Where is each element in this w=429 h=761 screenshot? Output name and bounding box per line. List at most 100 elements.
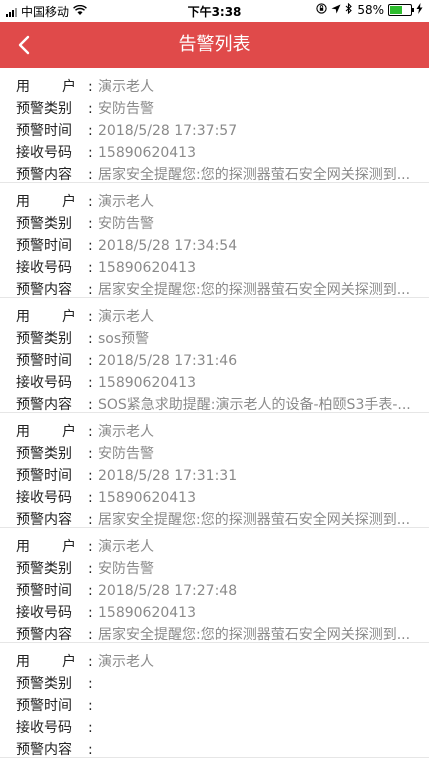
alert-field-time: 预警时间:2018/5/28 17:31:31 — [16, 465, 413, 487]
alert-field-user: 用户: 演示老人 — [16, 306, 413, 328]
field-colon: : — [88, 216, 93, 232]
alert-time-value: 2018/5/28 17:31:31 — [98, 468, 238, 484]
field-colon: : — [88, 742, 93, 758]
battery-icon — [388, 4, 414, 16]
time-label: 预警时间 — [16, 468, 72, 484]
field-colon: : — [88, 353, 93, 369]
alert-list-item[interactable]: 用户: 演示老人 预警类别: 安防告警 预警时间:2018/5/28 17:27:48 接… — [0, 528, 429, 643]
alert-list-item[interactable]: 用户: 演示老人 预警类别: 预警时间: 接收号码: 预警内容: — [0, 643, 429, 758]
user-label: 用户 — [16, 76, 76, 98]
alert-user-value: 演示老人 — [98, 79, 154, 95]
alert-field-phone: 接收号码:15890620413 — [16, 372, 413, 394]
alert-user-value: 演示老人 — [98, 654, 154, 670]
user-label-b: 户 — [62, 424, 76, 440]
field-colon: : — [88, 654, 93, 670]
alert-type-value — [98, 673, 413, 695]
field-colon: : — [88, 123, 93, 139]
user-label-b: 户 — [62, 539, 76, 555]
field-colon: : — [88, 446, 93, 462]
header-bar: 告警列表 — [0, 22, 429, 68]
user-label-a: 用 — [16, 309, 30, 325]
alert-time-value: 2018/5/28 17:37:57 — [98, 123, 238, 139]
alert-field-user: 用 户: 演示老人 — [16, 421, 413, 443]
alert-field-phone: 接收号码: — [16, 717, 413, 739]
user-label-a: 用 — [16, 194, 30, 210]
alert-field-time: 预警时间:2018/5/28 17:37:57 — [16, 120, 413, 142]
field-colon: : — [88, 260, 93, 276]
field-colon: : — [88, 698, 93, 714]
alert-field-time: 预警时间:2018/5/28 17:34:54 — [16, 235, 413, 257]
alert-field-time: 预警时间: — [16, 695, 413, 717]
type-label: 预警类别 — [16, 331, 72, 347]
alert-phone-value: 15890620413 — [98, 145, 196, 161]
alert-list-item[interactable]: 用户: 演示老人 预警类别: 安防告警 预警时间:2018/5/28 17:34:54 接… — [0, 183, 429, 298]
charging-bolt-icon — [416, 3, 423, 17]
content-label: 预警内容 — [16, 742, 72, 758]
field-colon: : — [88, 468, 93, 484]
time-label: 预警时间 — [16, 238, 72, 254]
alert-field-time: 预警时间:2018/5/28 17:31:46 — [16, 350, 413, 372]
user-label-a: 用 — [16, 539, 30, 555]
alert-user-value: 演示老人 — [98, 194, 154, 210]
page-title: 告警列表 — [178, 34, 251, 55]
field-colon: : — [88, 194, 93, 210]
alert-phone-value: 15890620413 — [98, 260, 196, 276]
alert-field-phone: 接收号码:15890620413 — [16, 257, 413, 279]
alert-list-item[interactable]: 用户: 演示老人 预警类别: 安防告警 预警时间:2018/5/28 17:37:57 接… — [0, 68, 429, 183]
alert-user-value: 演示老人 — [98, 424, 154, 440]
alert-phone-value: 15890620413 — [98, 490, 196, 506]
alert-list[interactable]: 用户: 演示老人 预警类别: 安防告警 预警时间:2018/5/28 17:37:57 接… — [0, 68, 429, 761]
alert-phone-value: 15890620413 — [98, 605, 196, 621]
alert-time-value: 2018/5/28 17:27:48 — [98, 583, 238, 599]
alert-time-value: 2018/5/28 17:31:46 — [98, 353, 238, 369]
alert-field-type: 预警类别: 安防告警 — [16, 558, 413, 580]
alert-field-user: 用户: 演示老人 — [16, 651, 413, 673]
type-label: 预警类别 — [16, 446, 72, 462]
alert-user-value: 演示老人 — [98, 539, 154, 555]
phone-label: 接收号码 — [16, 490, 72, 506]
alert-type-value: 安防告警 — [98, 101, 154, 117]
alert-time-value — [98, 695, 413, 717]
alert-field-time: 预警时间:2018/5/28 17:27:48 — [16, 580, 413, 602]
phone-label: 接收号码 — [16, 375, 72, 391]
phone-label: 接收号码 — [16, 605, 72, 621]
location-arrow-icon — [331, 3, 341, 17]
alert-field-content: 预警内容: — [16, 739, 413, 761]
time-label: 预警时间 — [16, 123, 72, 139]
alert-content-value — [98, 739, 413, 761]
phone-label: 接收号码 — [16, 720, 72, 736]
user-label-a: 用 — [16, 654, 30, 670]
field-colon: : — [88, 539, 93, 555]
field-colon: : — [88, 309, 93, 325]
time-label: 预警时间 — [16, 583, 72, 599]
user-label-b: 户 — [62, 309, 76, 325]
user-label-a: 用 — [16, 424, 30, 440]
alert-field-user: 用户: 演示老人 — [16, 191, 413, 213]
alert-user-value: 演示老人 — [98, 309, 154, 325]
user-label: 用户 — [16, 536, 76, 558]
type-label: 预警类别 — [16, 676, 72, 692]
user-label: 用户 — [16, 306, 76, 328]
alert-field-type: 预警类别: sos预警 — [16, 328, 413, 350]
alert-list-item[interactable]: 用户: 演示老人 预警类别: 安防告警 预警时间:2018/5/28 17:31:31 接… — [0, 413, 429, 528]
alert-time-value: 2018/5/28 17:34:54 — [98, 238, 238, 254]
field-colon: : — [88, 605, 93, 621]
alert-list-item[interactable]: 用户: 演示老人 预警类别: sos预警 预警时间:2018/5/28 17:31:46… — [0, 298, 429, 413]
battery-percent: 58% — [357, 3, 384, 17]
field-colon: : — [88, 424, 93, 440]
field-colon: : — [88, 490, 93, 506]
time-label: 预警时间 — [16, 353, 72, 369]
field-colon: : — [88, 561, 93, 577]
alert-field-type: 预警类别: 安防告警 — [16, 443, 413, 465]
time-label: 预警时间 — [16, 698, 72, 714]
bluetooth-icon — [345, 2, 353, 17]
alert-field-type: 预警类别: — [16, 673, 413, 695]
user-label-b: 户 — [62, 194, 76, 210]
status-right: 58% — [316, 2, 423, 17]
field-colon: : — [88, 101, 93, 117]
user-label: 用户 — [16, 191, 76, 213]
alert-field-type: 预警类别: 安防告警 — [16, 213, 413, 235]
phone-label: 接收号码 — [16, 145, 72, 161]
alert-type-value: 安防告警 — [98, 216, 154, 232]
alert-type-value: 安防告警 — [98, 446, 154, 462]
